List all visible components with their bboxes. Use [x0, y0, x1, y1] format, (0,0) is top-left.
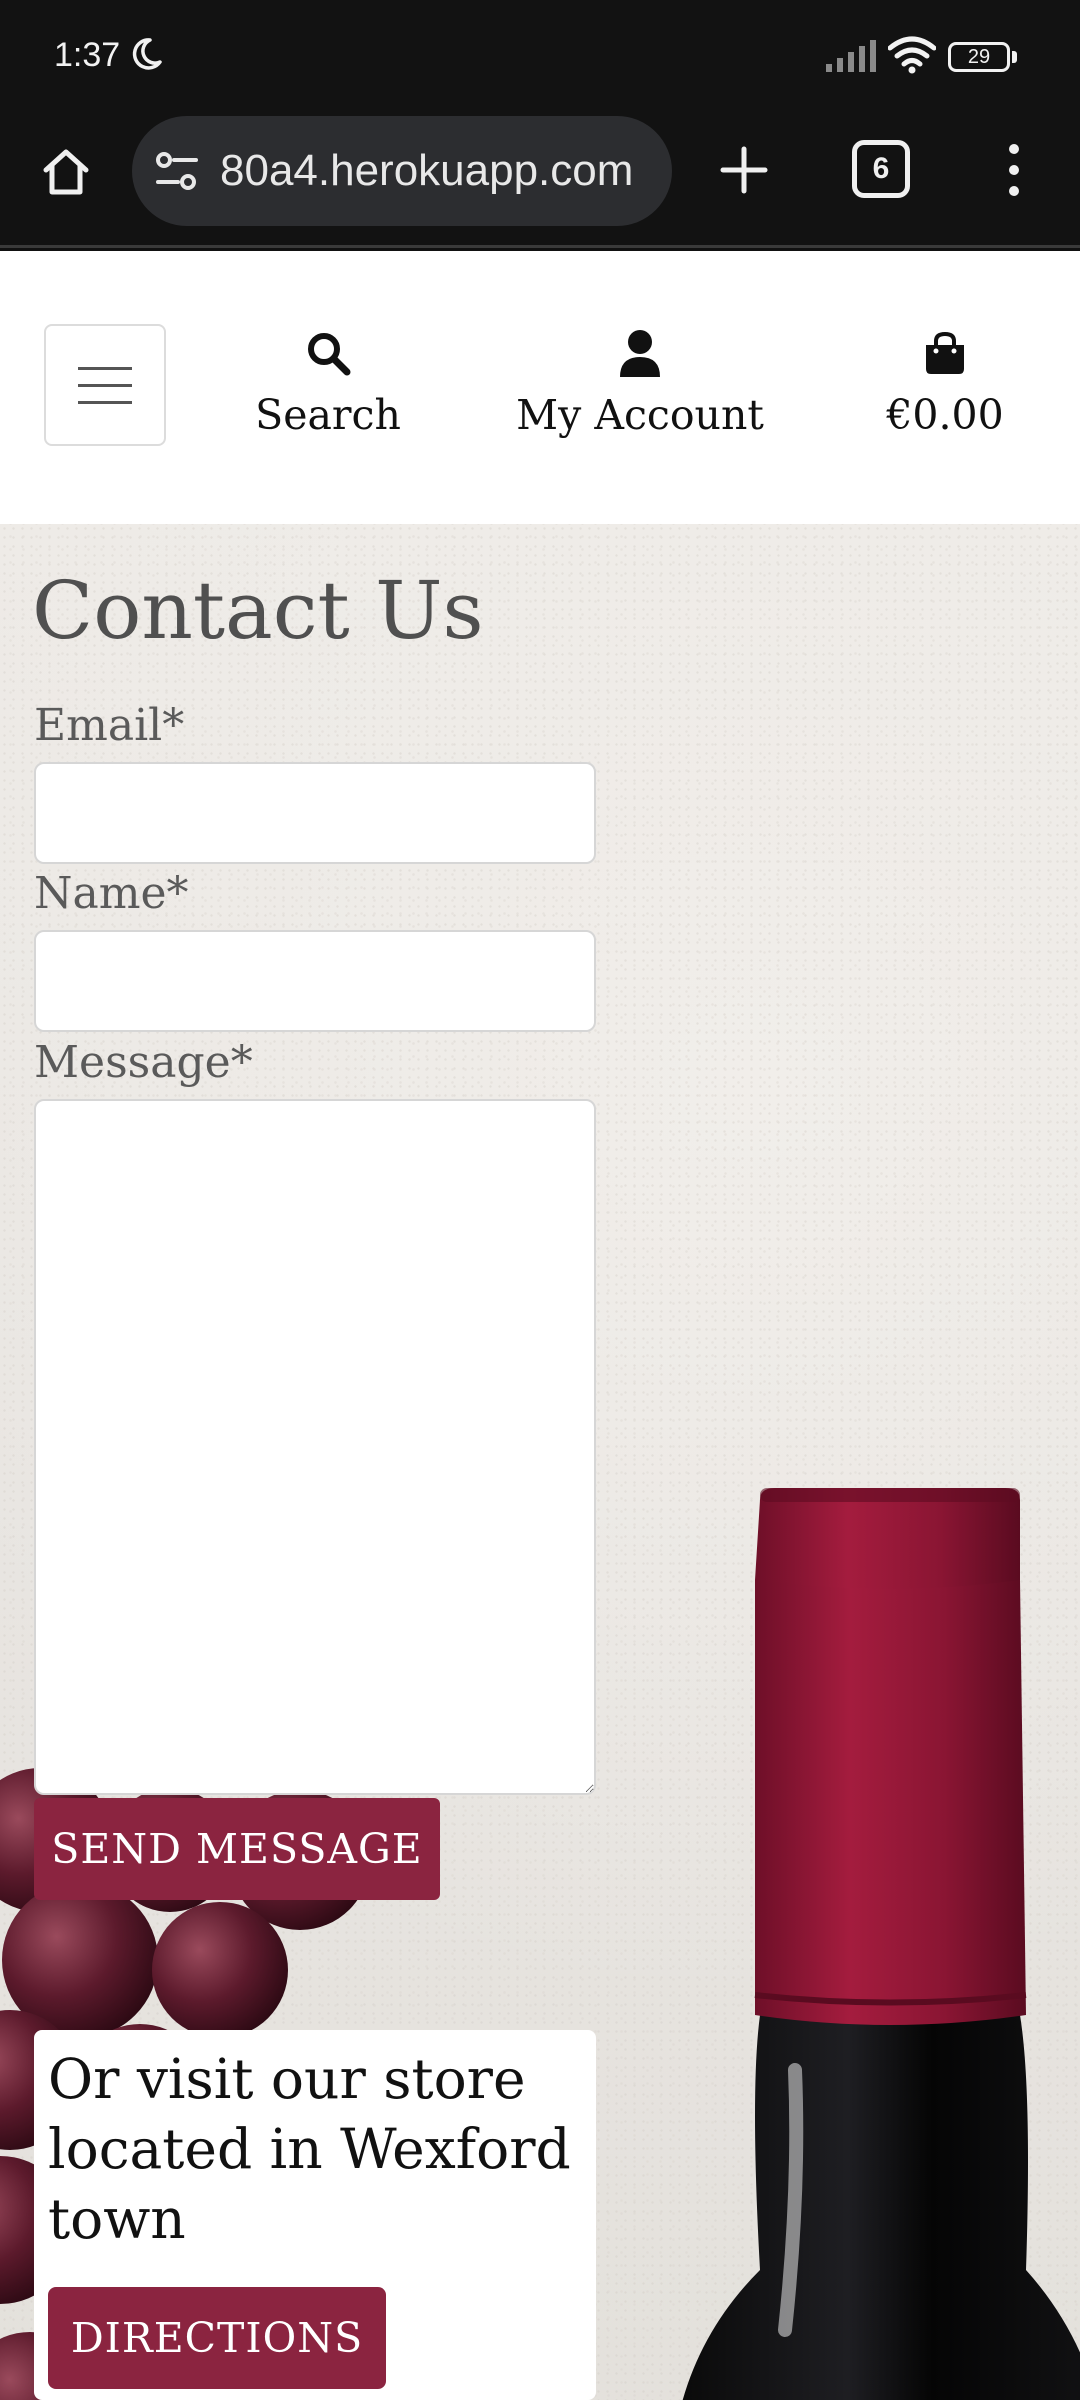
wifi-icon — [888, 36, 936, 74]
shopping-bag-icon — [926, 331, 964, 374]
tune-icon[interactable] — [154, 149, 200, 193]
status-bar: 1:37 29 — [0, 0, 1080, 112]
hamburger-menu-icon — [78, 366, 132, 370]
new-tab-button[interactable] — [708, 134, 780, 206]
contact-page: Contact Us Email* Name* Message* SEND ME… — [0, 524, 1080, 2400]
hamburger-menu-button[interactable] — [44, 324, 166, 446]
nav-shopping-bag[interactable]: €0.00 — [870, 329, 1020, 439]
bag-total: €0.00 — [886, 391, 1004, 439]
tab-count: 6 — [872, 152, 890, 185]
message-field[interactable] — [34, 1099, 596, 1795]
message-label: Message* — [34, 1037, 253, 1088]
url-text[interactable]: 80a4.herokuapp.com — [220, 146, 633, 196]
nav-search[interactable]: Search — [248, 329, 408, 439]
address-bar[interactable]: 80a4.herokuapp.com — [132, 116, 672, 226]
battery-level: 29 — [967, 45, 991, 68]
browser-toolbar: 80a4.herokuapp.com 6 — [0, 112, 1080, 248]
nav-search-label: Search — [255, 391, 401, 439]
more-vert-icon — [1009, 144, 1019, 154]
browser-menu-button[interactable] — [990, 134, 1038, 206]
home-button[interactable] — [30, 136, 102, 208]
do-not-disturb-moon-icon — [132, 38, 162, 70]
nav-my-account[interactable]: My Account — [510, 329, 770, 439]
wine-bottle-image — [682, 1488, 1080, 2400]
user-icon — [620, 330, 660, 377]
name-label: Name* — [34, 868, 189, 919]
nav-account-label: My Account — [516, 391, 764, 439]
email-field[interactable] — [34, 762, 596, 864]
plus-icon — [720, 146, 768, 194]
home-icon — [43, 149, 89, 195]
battery-icon: 29 — [948, 42, 1018, 72]
email-label: Email* — [34, 700, 185, 751]
site-header: Search My Account €0.00 — [0, 251, 1080, 524]
name-field[interactable] — [34, 930, 596, 1032]
status-time: 1:37 — [54, 36, 121, 74]
signal-icon — [826, 40, 876, 72]
store-visit-card: Or visit our store located in Wexford to… — [34, 2030, 596, 2400]
directions-button[interactable]: DIRECTIONS — [48, 2287, 386, 2389]
store-visit-text: Or visit our store located in Wexford to… — [48, 2047, 571, 2251]
send-message-button[interactable]: SEND MESSAGE — [34, 1798, 440, 1900]
page-title: Contact Us — [32, 564, 484, 657]
tab-switcher-button[interactable]: 6 — [852, 140, 910, 198]
search-icon — [308, 333, 351, 376]
